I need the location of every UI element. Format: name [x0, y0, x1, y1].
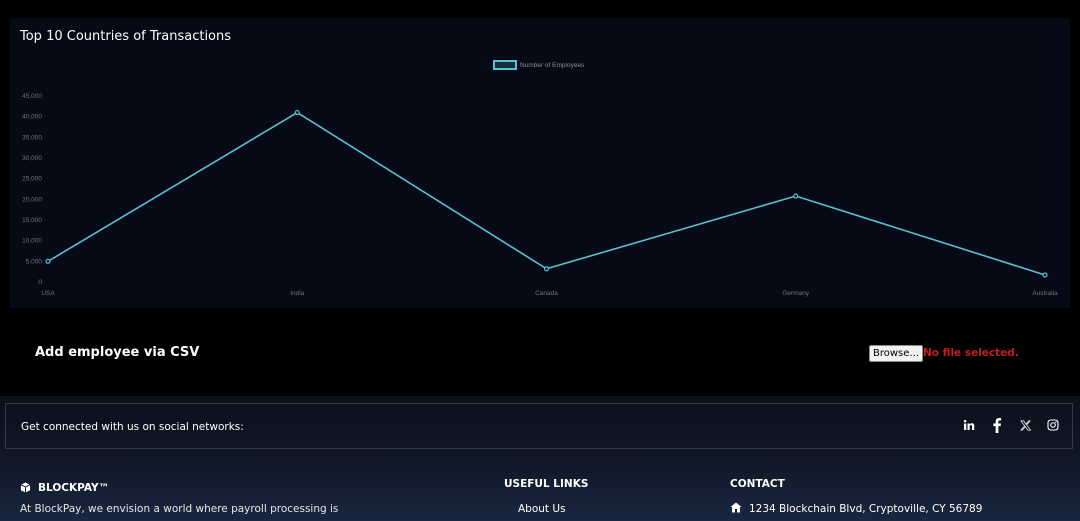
contact-address: 1234 Blockchain Blvd, Cryptoville, CY 56…: [730, 502, 982, 516]
x-icon[interactable]: [1018, 417, 1032, 433]
x-tick-label: Canada: [535, 290, 558, 297]
cube-icon: [20, 478, 31, 497]
chart-card: Top 10 Countries of Transactions Number …: [10, 18, 1070, 308]
line-chart: 0 5,000 10,000 15,000 20,000 25,000 30,000 35,0…: [22, 93, 1058, 297]
data-point[interactable]: [294, 109, 300, 116]
x-tick-label: Germany: [782, 290, 809, 297]
y-tick-label: 5,000: [26, 258, 43, 265]
browse-button[interactable]: Browse...: [869, 345, 923, 362]
x-tick-label: India: [290, 290, 304, 297]
series-line: [47, 111, 1046, 276]
x-tick-label: USA: [41, 290, 55, 297]
y-tick-label: 40,000: [22, 114, 42, 121]
y-tick-label: 20,000: [22, 196, 42, 203]
social-text: Get connected with us on social networks…: [21, 421, 244, 433]
y-tick-label: 35,000: [22, 134, 42, 141]
linkedin-icon[interactable]: [962, 417, 976, 433]
footer-brand: BLOCKPAY™: [20, 478, 109, 497]
facebook-icon[interactable]: [990, 417, 1004, 433]
social-icons: [962, 417, 1060, 433]
y-tick-label: 25,000: [22, 176, 42, 183]
contact-address-text: 1234 Blockchain Blvd, Cryptoville, CY 56…: [749, 503, 983, 515]
useful-links-title: USEFUL LINKS: [504, 478, 589, 490]
contact-title: CONTACT: [730, 478, 785, 490]
data-point[interactable]: [543, 266, 550, 272]
about-us-link[interactable]: About Us: [518, 503, 566, 515]
y-tick-label: 15,000: [22, 217, 42, 224]
data-point[interactable]: [1042, 272, 1048, 278]
about-text: At BlockPay, we envision a world where p…: [20, 503, 339, 515]
data-point[interactable]: [793, 193, 799, 199]
csv-section-title: Add employee via CSV: [35, 345, 200, 360]
y-tick-label: 10,000: [22, 238, 42, 245]
y-tick-label: 45,000: [22, 93, 42, 100]
file-status-text: No file selected.: [923, 347, 1019, 359]
csv-upload-section: Add employee via CSV Browse... No file s…: [0, 318, 1080, 396]
social-bar: Get connected with us on social networks…: [5, 403, 1073, 449]
x-tick-label: Australia: [1032, 290, 1058, 297]
data-point[interactable]: [45, 258, 51, 264]
brand-name: BLOCKPAY™: [38, 481, 110, 494]
y-tick-label: 30,000: [22, 155, 42, 162]
home-icon: [730, 502, 742, 516]
instagram-icon[interactable]: [1046, 417, 1060, 433]
y-tick-label: 0: [38, 279, 42, 286]
